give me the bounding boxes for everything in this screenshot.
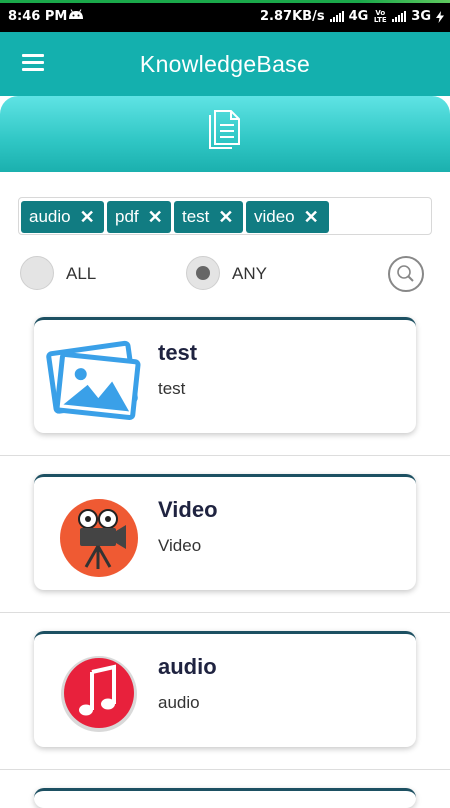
remove-tag-icon[interactable]: ✕ xyxy=(218,207,233,228)
list-item: Video Video xyxy=(0,474,450,631)
tag-chip-video[interactable]: video ✕ xyxy=(246,201,329,233)
any-radio-label: ANY xyxy=(232,264,267,283)
list-item: audio audio xyxy=(0,631,450,788)
network-type-1: 4G xyxy=(348,9,369,24)
status-right: 2.87KB/s 4G Vo LTE 3G xyxy=(260,9,444,24)
knowledge-card-partial[interactable] xyxy=(34,788,416,808)
any-radio[interactable] xyxy=(186,256,220,290)
tag-label: test xyxy=(182,207,210,226)
tag-label: pdf xyxy=(115,207,139,226)
movie-camera-icon xyxy=(60,499,138,577)
tag-label: audio xyxy=(29,207,71,226)
card-subtitle: test xyxy=(158,379,186,398)
knowledge-card[interactable]: test test xyxy=(34,317,416,433)
divider xyxy=(0,455,450,456)
knowledge-card[interactable]: audio audio xyxy=(34,631,416,747)
search-button[interactable] xyxy=(388,256,424,292)
remove-tag-icon[interactable]: ✕ xyxy=(304,207,319,228)
tag-chip-test[interactable]: test ✕ xyxy=(174,201,243,233)
signal-icon xyxy=(392,11,407,22)
divider xyxy=(0,612,450,613)
android-icon xyxy=(69,9,83,19)
all-radio[interactable] xyxy=(20,256,54,290)
list-item: test test xyxy=(0,317,450,474)
tag-chip-pdf[interactable]: pdf ✕ xyxy=(107,201,171,233)
music-note-icon xyxy=(61,656,137,732)
filter-row: ALL ANY xyxy=(0,256,450,292)
signal-icon xyxy=(329,11,344,22)
image-gallery-icon xyxy=(46,340,141,420)
card-subtitle: Video xyxy=(158,536,202,555)
header-banner xyxy=(0,96,450,172)
card-title: Video xyxy=(158,497,218,522)
network-type-2: 3G xyxy=(411,9,431,24)
card-title: audio xyxy=(158,654,217,679)
remove-tag-icon[interactable]: ✕ xyxy=(148,207,163,228)
status-bar: 8:46 PM 2.87KB/s 4G Vo LTE 3G xyxy=(0,0,450,32)
charging-icon xyxy=(436,10,444,23)
knowledge-card[interactable]: Video Video xyxy=(34,474,416,590)
volte-badge: Vo LTE xyxy=(373,8,387,24)
tag-chip-audio[interactable]: audio ✕ xyxy=(21,201,104,233)
card-title: test xyxy=(158,340,198,365)
app-toolbar: KnowledgeBase xyxy=(0,32,450,96)
tag-label: video xyxy=(254,207,295,226)
all-radio-label: ALL xyxy=(66,264,97,283)
status-time: 8:46 PM xyxy=(8,9,68,24)
divider xyxy=(0,769,450,770)
progress-line xyxy=(0,0,450,3)
app-title: KnowledgeBase xyxy=(139,51,311,77)
tag-input[interactable]: audio ✕ pdf ✕ test ✕ video ✕ xyxy=(18,197,432,235)
card-subtitle: audio xyxy=(158,693,200,712)
network-speed: 2.87KB/s xyxy=(260,9,325,24)
search-icon xyxy=(397,265,414,282)
remove-tag-icon[interactable]: ✕ xyxy=(80,207,95,228)
document-icon xyxy=(209,110,240,149)
